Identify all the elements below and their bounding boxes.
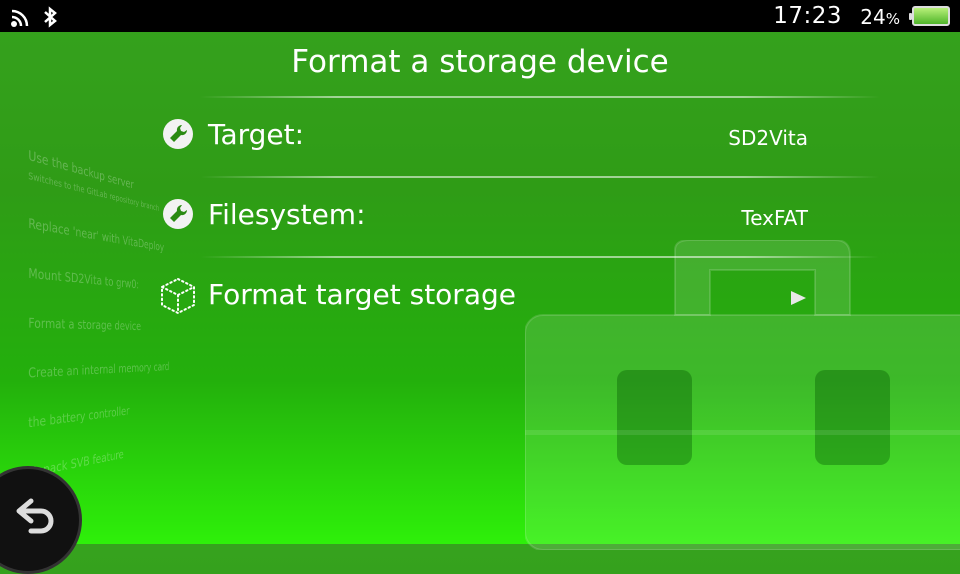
battery-percent: 24%	[860, 5, 900, 29]
background-menu-item: Replace 'near' with VitaDeploy	[28, 216, 165, 255]
page-title: Format a storage device	[291, 44, 669, 80]
background-menu-item: Create an internal memory card	[28, 360, 170, 382]
option-row-target[interactable]: Target: SD2Vita	[158, 98, 818, 176]
wifi-icon	[11, 9, 29, 27]
bluetooth-icon	[44, 6, 57, 28]
wrench-icon	[163, 199, 193, 229]
option-label: Format target storage	[208, 278, 516, 311]
status-bar: 17:23 24%	[0, 0, 960, 32]
clock: 17:23	[773, 3, 842, 29]
background-menu-item: the battery controller	[28, 404, 130, 432]
option-row-filesystem[interactable]: Filesystem: TexFAT	[158, 178, 818, 256]
option-row-format-target-storage[interactable]: Format target storage	[158, 258, 818, 336]
wrench-icon	[163, 119, 193, 149]
background-menu-item: Mount SD2Vita to grw0:	[28, 266, 140, 292]
option-value: SD2Vita	[728, 126, 808, 150]
battery-percent-sign: %	[885, 10, 900, 28]
option-label: Filesystem:	[208, 198, 366, 231]
option-label: Target:	[208, 118, 305, 151]
background-menu-item: Format a storage device	[28, 316, 142, 334]
battery-icon	[909, 6, 950, 26]
battery-percent-value: 24	[860, 5, 886, 29]
arrow-right-icon	[791, 291, 806, 305]
back-arrow-icon	[16, 498, 54, 534]
dotted-cube-icon	[161, 277, 195, 315]
option-value: TexFAT	[741, 206, 808, 230]
